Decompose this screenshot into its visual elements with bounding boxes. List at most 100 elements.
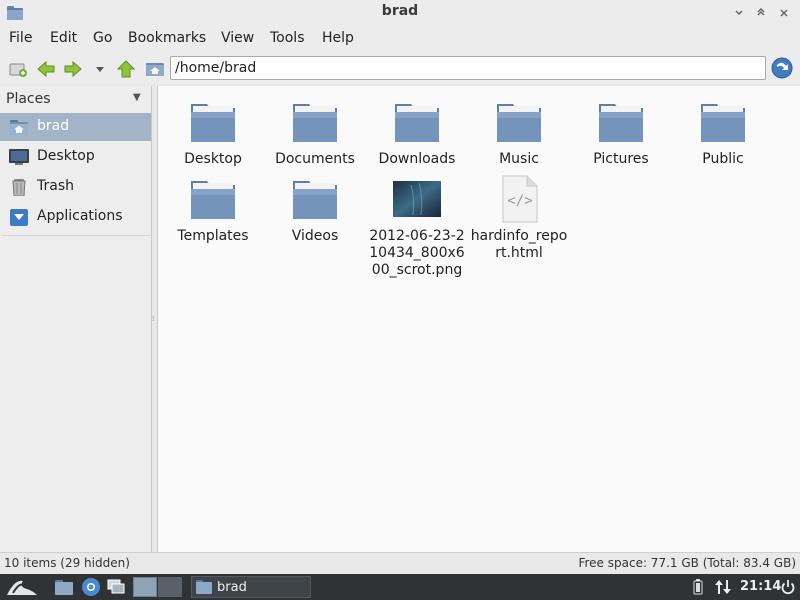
power-icon: [781, 580, 795, 595]
taskbar-task-brad[interactable]: brad: [191, 576, 311, 598]
forward-button[interactable]: [62, 58, 84, 80]
menu-file[interactable]: File: [9, 30, 32, 46]
file-item[interactable]: 2012-06-23-210434_800x600_scrot.png: [366, 175, 468, 279]
taskbar: brad 21:14: [0, 574, 800, 600]
side-pane: Places ▼ brad Desktop Trash Applications: [0, 86, 152, 552]
folder-icon: [701, 104, 745, 142]
file-view[interactable]: Desktop Documents Downloads Music Pictur…: [157, 86, 800, 552]
file-manager-window: brad File Edit Go Bookmarks View Tools H…: [0, 0, 800, 574]
free-space: Free space: 77.1 GB (Total: 83.4 GB): [578, 556, 796, 570]
sidebar-item-desktop[interactable]: Desktop: [0, 143, 151, 171]
task-folder-icon: [196, 580, 212, 594]
file-name: Downloads: [378, 151, 456, 167]
file-item[interactable]: Desktop: [162, 98, 264, 168]
task-label: brad: [217, 580, 247, 595]
folder-icon: [395, 104, 439, 142]
folder-icon: [497, 104, 541, 142]
file-name: Documents: [275, 151, 355, 167]
file-item[interactable]: Downloads: [366, 98, 468, 168]
places-header[interactable]: Places ▼: [0, 86, 152, 112]
file-name: Desktop: [184, 151, 242, 167]
browser-icon: [82, 578, 100, 596]
new-tab-button[interactable]: [7, 58, 29, 80]
back-button[interactable]: [35, 58, 57, 80]
path-entry[interactable]: /home/brad: [170, 56, 766, 80]
pane-splitter[interactable]: ⁞: [152, 314, 156, 324]
menu-view[interactable]: View: [221, 30, 254, 46]
sidebar-item-label: Desktop: [37, 148, 95, 164]
trash-icon: [12, 179, 26, 196]
folder-icon: [191, 181, 235, 219]
home-button[interactable]: [144, 58, 166, 80]
file-item[interactable]: Pictures: [570, 98, 672, 168]
power-button[interactable]: [778, 577, 798, 597]
clock[interactable]: 21:14: [740, 579, 781, 594]
desktop-icon: [9, 149, 29, 165]
places-separator: [2, 235, 150, 236]
network-indicator[interactable]: [712, 577, 734, 597]
home-folder-icon: [10, 120, 28, 135]
minimize-icon: [735, 10, 743, 16]
chevron-down-icon[interactable]: ▼: [133, 92, 141, 103]
menu-bookmarks[interactable]: Bookmarks: [128, 30, 206, 46]
sidebar-item-label: Trash: [37, 178, 74, 194]
folder-icon: [293, 181, 337, 219]
image-thumbnail-icon: [393, 181, 441, 217]
history-dropdown-button[interactable]: [89, 58, 111, 80]
folder-icon: [599, 104, 643, 142]
sidebar-item-applications[interactable]: Applications: [0, 203, 151, 231]
menu-edit[interactable]: Edit: [50, 30, 77, 46]
html-file-icon: </>: [502, 175, 538, 223]
desktop-pager-2[interactable]: [158, 577, 182, 597]
folder-icon: [293, 104, 337, 142]
close-button[interactable]: [776, 5, 792, 21]
parent-folder-button[interactable]: [115, 58, 137, 80]
file-item[interactable]: </> hardinfo_report.html: [468, 175, 570, 262]
sidebar-item-brad[interactable]: brad: [0, 113, 151, 141]
file-item[interactable]: Public: [672, 98, 774, 168]
file-item[interactable]: Templates: [162, 175, 264, 245]
file-item[interactable]: Documents: [264, 98, 366, 168]
maximize-icon: [757, 8, 765, 16]
desktop-pager-1[interactable]: [133, 577, 157, 597]
browser-launcher[interactable]: [79, 577, 103, 597]
start-menu-icon: [7, 580, 37, 595]
file-item[interactable]: Music: [468, 98, 570, 168]
close-icon: [780, 9, 788, 17]
menu-go[interactable]: Go: [93, 30, 112, 46]
new-tab-icon: [9, 63, 27, 77]
sidebar-item-trash[interactable]: Trash: [0, 173, 151, 201]
folder-launcher-icon: [55, 580, 73, 595]
forward-icon: [64, 60, 82, 78]
network-icon: [715, 580, 731, 594]
file-name: hardinfo_report.html: [470, 228, 568, 261]
sidebar-item-label: brad: [37, 118, 70, 134]
back-icon: [37, 60, 55, 78]
file-name: Pictures: [593, 151, 649, 167]
maximize-button[interactable]: [753, 5, 769, 21]
file-name: 2012-06-23-210434_800x600_scrot.png: [369, 228, 465, 278]
windows-icon: [107, 579, 125, 594]
svg-text:</>: </>: [507, 193, 532, 209]
file-item[interactable]: Videos: [264, 175, 366, 245]
show-desktop-button[interactable]: [104, 577, 128, 597]
menu-tools[interactable]: Tools: [270, 30, 305, 46]
item-count: 10 items (29 hidden): [4, 556, 130, 570]
go-button[interactable]: [770, 56, 794, 80]
title-bar[interactable]: brad: [0, 0, 800, 26]
battery-indicator[interactable]: [690, 577, 706, 597]
menu-help[interactable]: Help: [322, 30, 354, 46]
minimize-button[interactable]: [731, 5, 747, 21]
status-bar: 10 items (29 hidden) Free space: 77.1 GB…: [0, 552, 800, 574]
file-name: Templates: [177, 228, 249, 244]
go-icon: [771, 57, 793, 79]
start-menu-button[interactable]: [2, 577, 42, 597]
window-title: brad: [381, 3, 419, 19]
file-manager-launcher[interactable]: [52, 577, 76, 597]
file-name: Music: [499, 151, 539, 167]
file-name: Public: [702, 151, 744, 167]
battery-icon: [693, 579, 703, 595]
applications-icon: [10, 209, 28, 226]
places-label: Places: [6, 91, 51, 107]
menu-bar: File Edit Go Bookmarks View Tools Help: [0, 26, 800, 52]
